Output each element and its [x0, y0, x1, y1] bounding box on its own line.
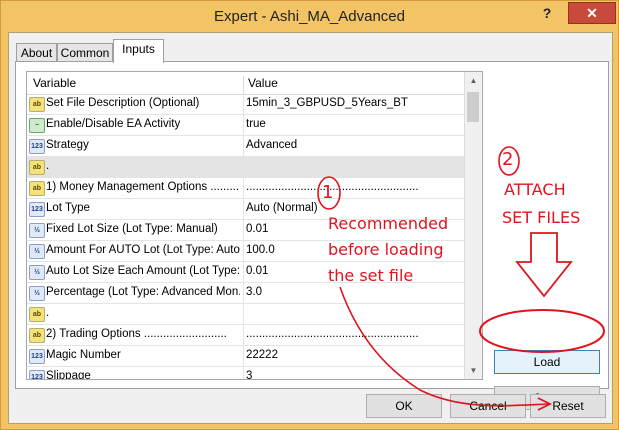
annotation-the-set-file: the set file	[328, 266, 414, 285]
cell-divider	[243, 283, 244, 303]
input-variable-name: Slippage	[46, 370, 91, 380]
input-variable-name: .	[46, 160, 50, 172]
scroll-up-arrow-icon[interactable]: ▲	[465, 72, 482, 89]
help-button[interactable]: ?	[536, 3, 558, 23]
boolean-type-icon: ~	[29, 118, 45, 133]
input-variable-name: Set File Description (Optional)	[46, 97, 200, 109]
cell-divider	[243, 136, 244, 156]
cell-divider	[243, 304, 244, 324]
cell-divider	[243, 94, 244, 114]
input-value[interactable]: ........................................…	[246, 181, 461, 193]
title-bar[interactable]: Expert - Ashi_MA_Advanced ? ✕	[1, 1, 618, 33]
annotation-attach: ATTACH	[504, 180, 566, 199]
input-variable-name: 1) Money Management Options ..........	[46, 181, 240, 193]
input-value[interactable]: true	[246, 118, 461, 130]
text-type-icon: ab	[29, 328, 45, 343]
input-row[interactable]: ab 1) Money Management Options ..........…	[27, 178, 464, 199]
cell-divider	[243, 325, 244, 345]
column-header-value[interactable]: Value	[248, 76, 278, 90]
tab-about[interactable]: About	[16, 43, 57, 62]
grid-header: Variable Value	[27, 72, 464, 98]
integer-type-icon: 123	[29, 139, 45, 154]
cell-divider	[243, 199, 244, 219]
cell-divider	[243, 346, 244, 366]
input-row[interactable]: 123 Strategy Advanced	[27, 136, 464, 157]
input-variable-name: Percentage (Lot Type: Advanced Mon...	[46, 286, 240, 298]
annotation-set-files: SET FILES	[502, 208, 581, 227]
scroll-thumb[interactable]	[467, 92, 479, 122]
text-type-icon: ab	[29, 307, 45, 322]
input-value[interactable]: 22222	[246, 349, 461, 361]
text-type-icon: ab	[29, 181, 45, 196]
double-type-icon: ½	[29, 223, 45, 238]
close-button[interactable]: ✕	[568, 2, 616, 24]
cancel-button[interactable]: Cancel	[450, 394, 526, 418]
input-row[interactable]: ab 2) Trading Options ...................…	[27, 325, 464, 346]
vertical-scrollbar[interactable]: ▲ ▼	[464, 72, 482, 379]
double-type-icon: ½	[29, 265, 45, 280]
input-row[interactable]: ab.	[27, 304, 464, 325]
input-variable-name: Fixed Lot Size (Lot Type: Manual)	[46, 223, 218, 235]
cell-divider	[243, 367, 244, 379]
tab-common[interactable]: Common	[57, 43, 113, 62]
ok-button[interactable]: OK	[366, 394, 442, 418]
integer-type-icon: 123	[29, 370, 45, 379]
input-value[interactable]: 3	[246, 370, 461, 379]
cell-divider	[243, 241, 244, 261]
input-value[interactable]: 3.0	[246, 286, 461, 298]
input-variable-name: Strategy	[46, 139, 89, 151]
input-variable-name: Amount For AUTO Lot (Lot Type: Auto)	[46, 244, 240, 256]
enum-type-icon: 123	[29, 202, 45, 217]
input-variable-name: 2) Trading Options .....................…	[46, 328, 227, 340]
input-row[interactable]: ~ Enable/Disable EA Activity true	[27, 115, 464, 136]
input-variable-name: Auto Lot Size Each Amount (Lot Type: ...	[46, 265, 240, 277]
input-row[interactable]: 123 Magic Number 22222	[27, 346, 464, 367]
tab-inputs[interactable]: Inputs	[113, 39, 164, 63]
text-type-icon: ab	[29, 97, 45, 112]
window-title: Expert - Ashi_MA_Advanced	[214, 8, 405, 25]
input-variable-name: .	[46, 307, 50, 319]
integer-type-icon: 123	[29, 349, 45, 364]
annotation-before-loading: before loading	[328, 240, 444, 259]
reset-button[interactable]: Reset	[530, 394, 606, 418]
input-row[interactable]: ½ Percentage (Lot Type: Advanced Mon... 3.…	[27, 283, 464, 304]
cell-divider	[243, 178, 244, 198]
input-value[interactable]: Advanced	[246, 139, 461, 151]
input-variable-name: Lot Type	[46, 202, 90, 214]
cell-divider	[243, 157, 244, 177]
annotation-recommended: Recommended	[328, 214, 449, 233]
annotation-number-2: 2	[502, 149, 514, 170]
load-button[interactable]: Load	[494, 350, 600, 374]
double-type-icon: ½	[29, 286, 45, 301]
cell-divider	[243, 220, 244, 240]
input-value[interactable]: Auto (Normal)	[246, 202, 461, 214]
cell-divider	[243, 115, 244, 135]
annotation-number-1: 1	[322, 182, 334, 203]
column-header-variable[interactable]: Variable	[33, 76, 76, 90]
input-row[interactable]: ab Set File Description (Optional) 15min_3…	[27, 94, 464, 115]
dialog-client: About Common Inputs Variable Value ab Set…	[8, 32, 613, 424]
text-type-icon: ab	[29, 160, 45, 175]
input-row[interactable]: ab.	[27, 157, 464, 178]
input-value[interactable]: 15min_3_GBPUSD_5Years_BT	[246, 97, 461, 109]
scroll-down-arrow-icon[interactable]: ▼	[465, 362, 482, 379]
double-type-icon: ½	[29, 244, 45, 259]
input-variable-name: Enable/Disable EA Activity	[46, 118, 181, 130]
close-icon: ✕	[586, 5, 598, 21]
input-value[interactable]: ........................................…	[246, 328, 461, 340]
input-variable-name: Magic Number	[46, 349, 121, 361]
cell-divider	[243, 262, 244, 282]
input-row[interactable]: 123 Slippage 3	[27, 367, 464, 380]
